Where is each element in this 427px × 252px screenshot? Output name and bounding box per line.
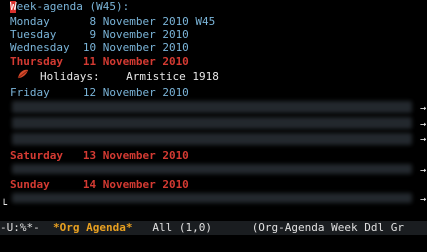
fringe-bottom-corner-icon: └ — [0, 200, 8, 211]
fringe-continuation-arrow-icon: → — [419, 165, 427, 176]
fringe-continuation-arrow-icon: → — [419, 103, 427, 114]
mode-line[interactable]: -U:%*- *Org Agenda* All (1,0) (Org-Agend… — [0, 221, 427, 235]
holiday-entry[interactable]: Holidays: Armistice 1918 — [40, 71, 219, 83]
holiday-leaf-icon — [17, 69, 28, 79]
fringe-continuation-arrow-icon: → — [419, 119, 427, 130]
holiday-event: Armistice 1918 — [126, 70, 219, 83]
obscured-entry — [12, 117, 412, 129]
agenda-day-thursday[interactable]: Thursday 11 November 2010 — [10, 56, 189, 68]
agenda-header-rest: eek-agenda (W45): — [16, 0, 130, 13]
fringe-continuation-arrow-icon: → — [419, 194, 427, 205]
agenda-day-friday[interactable]: Friday 12 November 2010 — [10, 87, 189, 99]
obscured-entry — [12, 193, 412, 203]
holiday-category: Holidays: — [40, 70, 100, 83]
fringe-continuation-arrow-icon: → — [419, 134, 427, 145]
mode-line-buffer-name[interactable]: *Org Agenda* — [53, 221, 132, 234]
mode-line-status: -U:%*- — [0, 221, 53, 234]
obscured-entry — [12, 164, 412, 174]
agenda-day-monday[interactable]: Monday 8 November 2010 W45 — [10, 16, 215, 28]
agenda-buffer[interactable]: Week-agenda (W45): Monday 8 November 201… — [0, 0, 427, 221]
mode-line-position: All (1,0) — [132, 221, 252, 234]
agenda-header-first-letter: W — [10, 0, 17, 13]
agenda-day-tuesday[interactable]: Tuesday 9 November 2010 — [10, 29, 189, 41]
agenda-day-wednesday[interactable]: Wednesday 10 November 2010 — [10, 42, 189, 54]
mode-line-mode[interactable]: (Org-Agenda Week Ddl Gr — [252, 221, 404, 234]
agenda-day-saturday[interactable]: Saturday 13 November 2010 — [10, 150, 189, 162]
agenda-header: Week-agenda (W45): — [10, 1, 129, 13]
obscured-entry — [12, 101, 412, 113]
minibuffer[interactable] — [0, 235, 427, 252]
agenda-day-sunday[interactable]: Sunday 14 November 2010 — [10, 179, 189, 191]
obscured-entry — [12, 133, 412, 145]
